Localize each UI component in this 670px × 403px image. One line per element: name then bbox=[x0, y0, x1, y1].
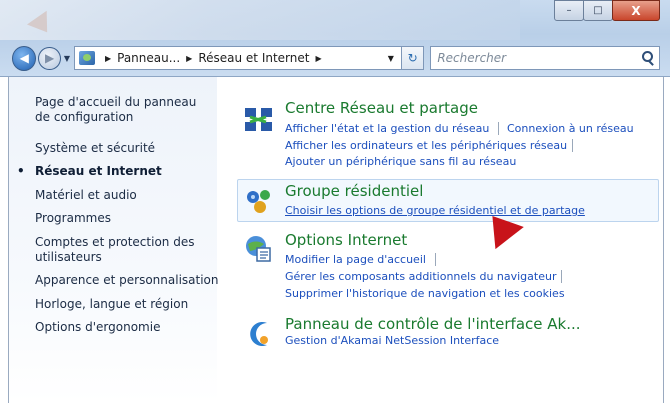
internet-options-title[interactable]: Options Internet bbox=[285, 231, 407, 249]
homegroup-icon bbox=[247, 190, 270, 213]
add-wireless-device-link[interactable]: Ajouter un périphérique sans fil au rése… bbox=[285, 155, 516, 168]
sidebar-item-ease-of-access[interactable]: Options d'ergonomie bbox=[35, 320, 160, 335]
breadcrumb-network-internet[interactable]: Réseau et Internet bbox=[198, 51, 309, 65]
navigation-bar: ◀ ▶ ▼ ▶ Panneau... ▶ Réseau et Internet … bbox=[12, 45, 660, 71]
search-box[interactable]: Rechercher bbox=[430, 46, 660, 70]
minimize-button[interactable]: – bbox=[554, 0, 584, 21]
sidebar-item-appearance[interactable]: Apparence et personnalisation bbox=[35, 273, 219, 288]
view-network-status-link[interactable]: Afficher l'état et la gestion du réseau bbox=[285, 122, 489, 135]
akamai-netsession-link[interactable]: Gestion d'Akamai NetSession Interface bbox=[285, 334, 499, 347]
close-button[interactable]: X bbox=[612, 0, 660, 21]
forward-button[interactable]: ▶ bbox=[38, 46, 61, 70]
link-separator bbox=[435, 253, 436, 266]
forward-arrow-icon: ▶ bbox=[44, 51, 55, 65]
back-button[interactable]: ◀ bbox=[12, 45, 37, 71]
control-panel-icon bbox=[78, 51, 95, 65]
search-icon[interactable] bbox=[637, 48, 659, 68]
delete-browsing-history-link[interactable]: Supprimer l'historique de navigation et … bbox=[285, 287, 565, 300]
akamai-panel-title[interactable]: Panneau de contrôle de l'interface Ak... bbox=[285, 315, 581, 333]
view-network-devices-link[interactable]: Afficher les ordinateurs et les périphér… bbox=[285, 139, 567, 152]
sidebar-item-control-panel-home[interactable]: Page d'accueil du panneau de configurati… bbox=[35, 95, 210, 125]
address-dropdown-icon[interactable]: ▼ bbox=[388, 54, 394, 63]
active-bullet-icon: • bbox=[17, 164, 25, 178]
sidebar-item-network-internet[interactable]: • Réseau et Internet bbox=[17, 164, 162, 179]
refresh-icon: ↻ bbox=[407, 51, 418, 65]
breadcrumb-control-panel[interactable]: Panneau... bbox=[117, 51, 180, 65]
maximize-button[interactable]: □ bbox=[583, 0, 613, 21]
internet-options-icon bbox=[246, 236, 271, 262]
title-bar: – □ X ◀ ▶ ▼ ▶ Panneau... ▶ Réseau et Int… bbox=[0, 0, 670, 77]
sidebar-item-hardware-sound[interactable]: Matériel et audio bbox=[35, 188, 137, 203]
sidebar-item-user-accounts[interactable]: Comptes et protection des utilisateurs bbox=[35, 235, 205, 265]
sidebar-item-label: Réseau et Internet bbox=[35, 164, 162, 178]
link-separator bbox=[561, 270, 562, 283]
breadcrumb-chevron-icon[interactable]: ▶ bbox=[315, 54, 321, 63]
network-center-icon bbox=[245, 108, 272, 131]
change-home-page-link[interactable]: Modifier la page d'accueil bbox=[285, 253, 426, 266]
history-dropdown-icon[interactable]: ▼ bbox=[64, 54, 70, 63]
sidebar-item-system-security[interactable]: Système et sécurité bbox=[35, 141, 155, 156]
window-controls: – □ X bbox=[554, 0, 660, 21]
sidebar-item-programs[interactable]: Programmes bbox=[35, 211, 111, 226]
akamai-icon bbox=[250, 322, 268, 346]
search-input[interactable]: Rechercher bbox=[431, 51, 637, 65]
refresh-button[interactable]: ↻ bbox=[401, 46, 425, 70]
title-bar-background bbox=[0, 0, 520, 40]
breadcrumb-chevron-icon[interactable]: ▶ bbox=[105, 54, 111, 63]
link-separator bbox=[572, 139, 573, 152]
breadcrumb-chevron-icon[interactable]: ▶ bbox=[186, 54, 192, 63]
address-bar[interactable]: ▶ Panneau... ▶ Réseau et Internet ▶ ▼ bbox=[73, 46, 402, 70]
sidebar-item-clock-language[interactable]: Horloge, langue et région bbox=[35, 297, 188, 312]
homegroup-title[interactable]: Groupe résidentiel bbox=[285, 182, 423, 200]
network-center-title[interactable]: Centre Réseau et partage bbox=[285, 99, 478, 117]
connect-network-link[interactable]: Connexion à un réseau bbox=[507, 122, 634, 135]
link-separator bbox=[498, 122, 499, 135]
manage-addons-link[interactable]: Gérer les composants additionnels du nav… bbox=[285, 270, 556, 283]
homegroup-options-link[interactable]: Choisir les options de groupe résidentie… bbox=[285, 204, 585, 217]
back-arrow-icon: ◀ bbox=[19, 51, 29, 65]
